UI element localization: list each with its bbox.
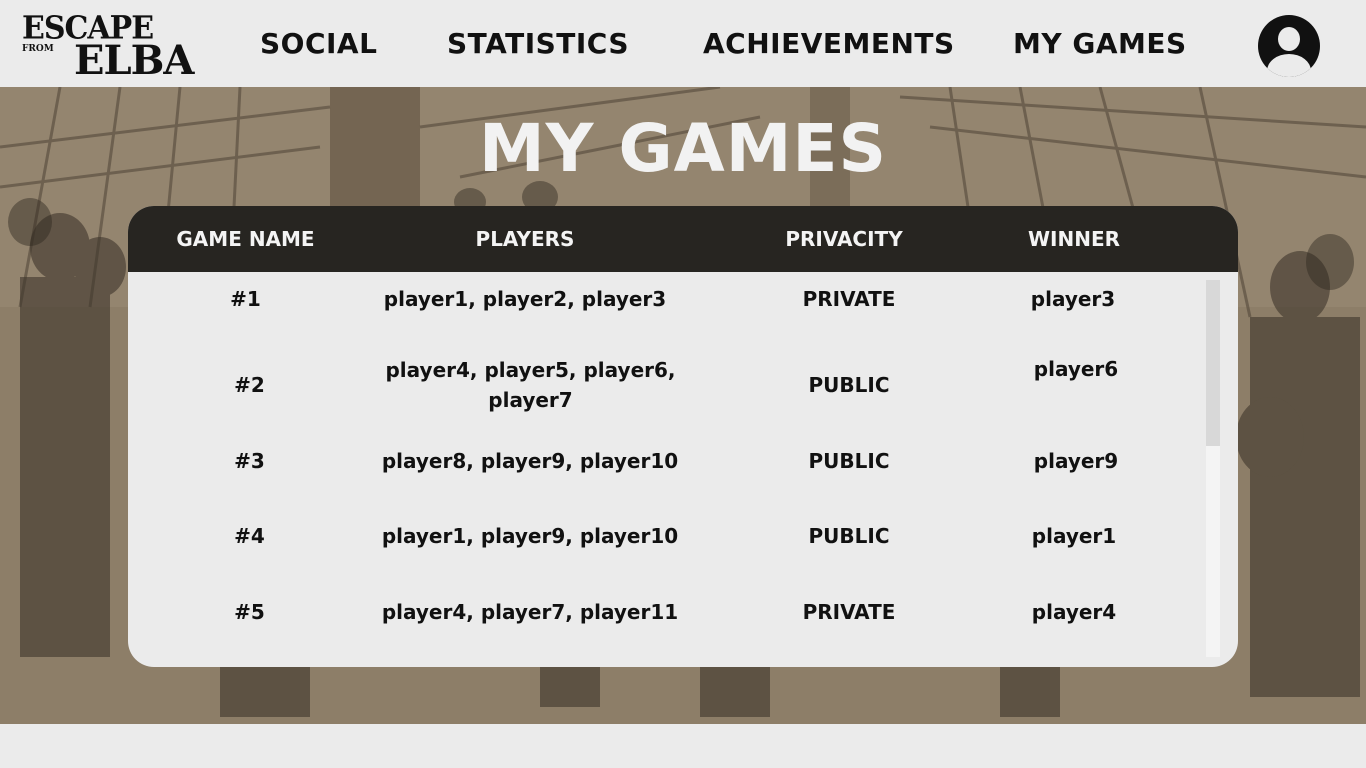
cell-privacy: PUBLIC	[808, 373, 890, 397]
cell-game-name: #2	[234, 373, 265, 397]
my-games-table: GAME NAME PLAYERS PRIVACITY WINNER #1 pl…	[128, 206, 1238, 667]
table-row[interactable]: #3 player8, player9, player10 PUBLIC pla…	[128, 446, 1206, 476]
cell-game-name: #4	[234, 524, 265, 548]
cell-privacy: PUBLIC	[808, 524, 890, 548]
cell-privacy: PUBLIC	[808, 449, 890, 473]
nav-achievements[interactable]: ACHIEVEMENTS	[703, 28, 955, 60]
avatar-head-shape	[1278, 27, 1300, 51]
table-header: GAME NAME PLAYERS PRIVACITY WINNER	[128, 206, 1238, 272]
cell-players: player8, player9, player10	[381, 449, 679, 473]
cell-game-name: #5	[234, 600, 265, 624]
column-header-game-name: GAME NAME	[176, 227, 315, 251]
logo-line-from: FROM	[22, 44, 54, 54]
table-scrollbar[interactable]	[1206, 280, 1220, 657]
cell-privacy: PRIVATE	[802, 600, 896, 624]
logo-line-elba: ELBA	[74, 37, 194, 84]
table-row[interactable]: #5 player4, player7, player11 PRIVATE pl…	[128, 597, 1206, 627]
cell-winner: player9	[1033, 449, 1119, 473]
nav-statistics[interactable]: STATISTICS	[447, 28, 629, 60]
cell-game-name: #3	[234, 449, 265, 473]
cell-players: player1, player2, player3	[383, 287, 667, 311]
bottom-strip	[0, 724, 1366, 768]
cell-players: player1, player9, player10	[381, 524, 679, 548]
table-row[interactable]: #4 player1, player9, player10 PUBLIC pla…	[128, 521, 1206, 551]
cell-players: player4, player7, player11	[381, 600, 679, 624]
cell-winner: player4	[1031, 600, 1117, 624]
column-header-privacity: PRIVACITY	[785, 227, 903, 251]
column-header-players: PLAYERS	[475, 227, 575, 251]
column-header-winner: WINNER	[1027, 227, 1121, 251]
cell-privacy: PRIVATE	[802, 287, 896, 311]
escape-from-elba-logo[interactable]: ESCAPE FROM ELBA	[20, 10, 250, 84]
table-scrollbar-thumb[interactable]	[1206, 280, 1220, 446]
cell-game-name: #1	[230, 287, 261, 311]
nav-social[interactable]: SOCIAL	[260, 28, 377, 60]
top-navbar: ESCAPE FROM ELBA SOCIAL STATISTICS ACHIE…	[0, 0, 1366, 87]
table-row[interactable]: #2 player4, player5, player6, player7 PU…	[128, 354, 1206, 416]
cell-winner: player6	[1033, 357, 1119, 381]
avatar-body-shape	[1267, 54, 1311, 77]
cell-winner: player1	[1031, 524, 1117, 548]
cell-players: player4, player5, player6, player7	[385, 358, 676, 412]
cell-winner: player3	[1030, 287, 1116, 311]
table-row[interactable]: #1 player1, player2, player3 PRIVATE pla…	[128, 284, 1206, 314]
page-title: MY GAMES	[479, 110, 887, 187]
user-avatar-icon[interactable]	[1258, 15, 1320, 77]
nav-my-games[interactable]: MY GAMES	[1013, 28, 1187, 60]
